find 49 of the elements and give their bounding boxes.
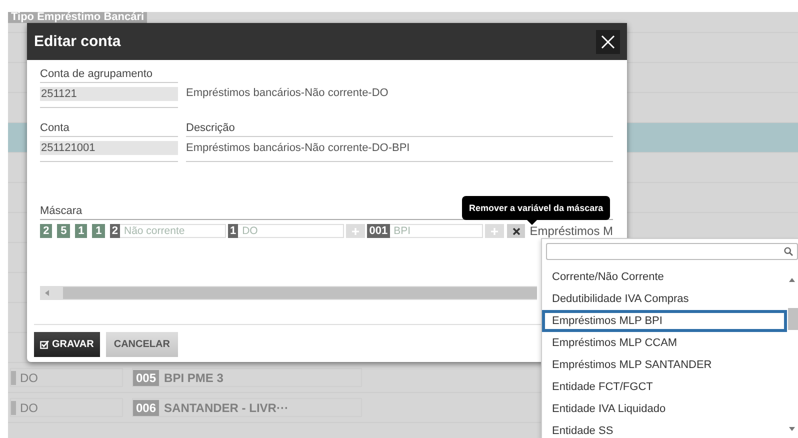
add-button[interactable] — [346, 224, 366, 238]
search-field[interactable] — [546, 243, 798, 260]
mask-field[interactable]: 2 Não corrente — [110, 224, 226, 238]
row-marker — [11, 400, 16, 414]
table-cell: DO — [20, 400, 38, 414]
table-cell: BPI PME 3 — [164, 370, 224, 384]
checkbox-icon — [40, 340, 49, 349]
dropdown-option[interactable]: Empréstimos MLP CCAM — [542, 332, 787, 354]
digit-tag: 1 — [92, 224, 105, 238]
code-field[interactable]: 251121001 — [40, 141, 178, 155]
close-icon — [512, 228, 520, 234]
table-cell: SANTANDER - LIVR··· — [164, 400, 288, 414]
save-button[interactable]: GRAVAR — [34, 332, 100, 357]
select-value[interactable]: Empréstimos M — [530, 224, 614, 238]
dropdown-option[interactable]: Dedutibilidade IVA Compras — [542, 288, 787, 310]
plus-icon — [352, 228, 360, 234]
dropdown-option[interactable]: Empréstimos MLP BPI — [542, 310, 787, 332]
close-icon — [601, 34, 615, 48]
row-marker — [11, 370, 16, 384]
field-label: Descrição — [186, 122, 613, 137]
digit-tag: 2 — [40, 224, 52, 238]
mask-field[interactable]: 1 DO — [228, 224, 344, 238]
description-text: Empréstimos bancários-Não corrente-DO — [186, 86, 390, 100]
field-label: Conta de agrupamento — [40, 68, 178, 83]
remove-button[interactable] — [507, 224, 525, 238]
table-cell: DO — [20, 370, 38, 384]
scroll-thumb[interactable] — [788, 308, 798, 330]
horizontal-scrollbar[interactable] — [40, 286, 537, 300]
code-tag: 006 — [133, 400, 160, 416]
up-arrow-icon[interactable] — [789, 278, 795, 282]
down-arrow-icon[interactable] — [789, 427, 795, 431]
plus-icon — [491, 228, 498, 234]
digit-tag: 5 — [57, 224, 70, 238]
column-header: Tipo Empréstimo Bancári — [8, 12, 148, 23]
close-button[interactable] — [596, 30, 620, 54]
search-icon — [784, 247, 793, 256]
code-field[interactable]: 251121 — [40, 87, 178, 101]
description-field[interactable]: Empréstimos bancários-Não corrente-DO-BPI — [186, 141, 613, 155]
field-label: Conta — [40, 122, 178, 137]
dialog-title: Editar conta — [34, 33, 121, 50]
mask-field[interactable]: 001 BPI — [367, 224, 484, 238]
code-tag: 005 — [133, 370, 160, 386]
dropdown-option[interactable]: Entidade IVA Liquidado — [542, 398, 787, 420]
tooltip: Remover a variável da máscara — [462, 196, 610, 225]
digit-tag: 1 — [74, 224, 88, 238]
cancel-button[interactable]: CANCELAR — [106, 332, 178, 357]
dropdown-option[interactable]: Entidade SS — [542, 420, 787, 438]
left-arrow-icon[interactable] — [43, 289, 51, 297]
dropdown-option[interactable]: Corrente/Não Corrente — [542, 266, 787, 288]
